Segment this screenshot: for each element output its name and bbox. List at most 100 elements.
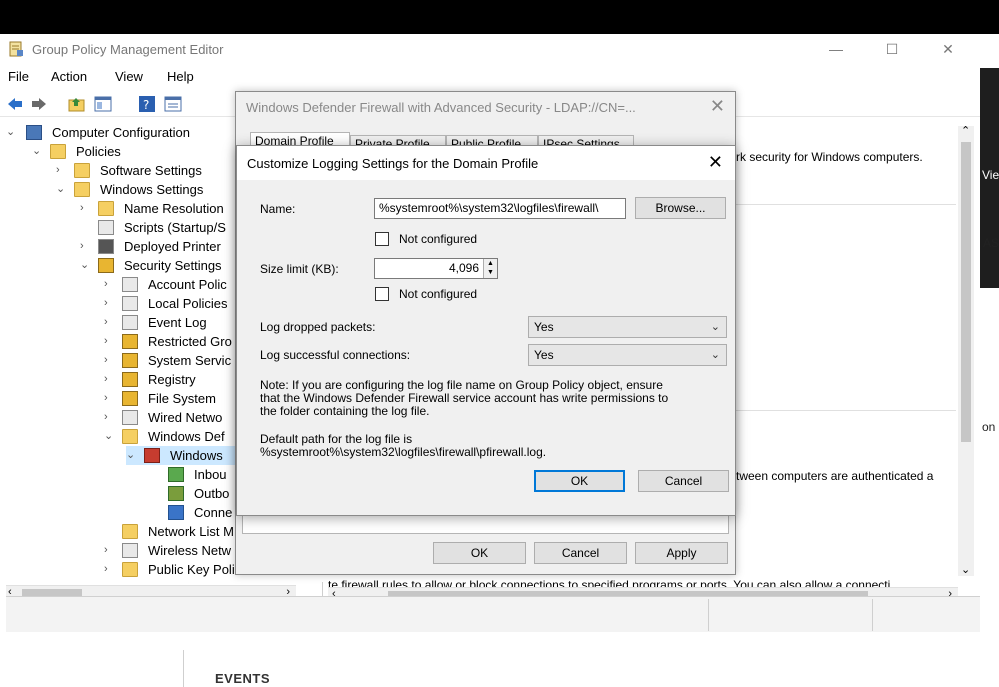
- name-not-configured-checkbox[interactable]: [375, 232, 389, 246]
- chevron-down-icon[interactable]: ⌄: [126, 446, 138, 465]
- customize-logging-dialog: Customize Logging Settings for the Domai…: [236, 145, 736, 516]
- help-icon[interactable]: ?: [138, 95, 156, 113]
- chevron-right-icon[interactable]: ›: [104, 408, 116, 427]
- chevron-right-icon[interactable]: ›: [104, 541, 116, 560]
- scroll-down-icon[interactable]: ⌄: [961, 563, 970, 576]
- chevron-down-icon[interactable]: ⌄: [80, 256, 92, 275]
- folder-icon: [74, 182, 90, 197]
- size-not-configured-checkbox[interactable]: [375, 287, 389, 301]
- back-arrow-icon[interactable]: [6, 95, 24, 113]
- computer-icon: [26, 125, 42, 140]
- chevron-right-icon[interactable]: ›: [104, 370, 116, 389]
- menu-file[interactable]: File: [8, 69, 29, 84]
- details-vertical-scrollbar[interactable]: ⌃ ⌄: [958, 124, 974, 576]
- apply-button[interactable]: Apply: [635, 542, 728, 564]
- log-dropped-label: Log dropped packets:: [260, 320, 376, 334]
- chevron-right-icon[interactable]: ›: [104, 275, 116, 294]
- chevron-right-icon[interactable]: ›: [104, 313, 116, 332]
- logging-dialog-title: Customize Logging Settings for the Domai…: [247, 156, 539, 171]
- security-folder-icon: [122, 334, 138, 349]
- chevron-right-icon[interactable]: ›: [80, 199, 92, 218]
- size-not-configured-label: Not configured: [399, 287, 478, 301]
- properties-view-icon[interactable]: [164, 95, 182, 113]
- spin-up-icon[interactable]: ▲: [487, 260, 494, 268]
- show-hide-tree-icon[interactable]: [94, 95, 112, 113]
- maximize-button[interactable]: ☐: [870, 38, 914, 60]
- size-limit-spinner[interactable]: ▲ ▼: [483, 259, 497, 278]
- menu-view[interactable]: View: [115, 69, 143, 84]
- name-not-configured-label: Not configured: [399, 232, 478, 246]
- logging-dialog-titlebar: Customize Logging Settings for the Domai…: [237, 146, 735, 180]
- folder-icon: [98, 201, 114, 216]
- status-separator: [872, 599, 873, 631]
- log-success-value: Yes: [534, 348, 554, 362]
- close-icon[interactable]: ✕: [710, 96, 725, 117]
- inbound-rules-icon: [168, 467, 184, 482]
- edge-text-as: AS: [983, 236, 999, 250]
- chevron-down-icon: ⌄: [710, 321, 720, 333]
- connection-security-icon: [168, 505, 184, 520]
- minimize-button[interactable]: —: [814, 38, 858, 60]
- divider: [736, 204, 956, 205]
- title-bar: Group Policy Management Editor — ☐ ✕: [0, 34, 980, 64]
- chevron-right-icon[interactable]: ›: [104, 351, 116, 370]
- chevron-down-icon[interactable]: ⌄: [6, 123, 18, 142]
- security-folder-icon: [122, 372, 138, 387]
- connection-security-text: tween computers are authenticated a: [736, 469, 934, 483]
- chevron-right-icon[interactable]: ›: [80, 237, 92, 256]
- policy-icon: [122, 296, 138, 311]
- menu-help[interactable]: Help: [167, 69, 194, 84]
- firewall-icon: [144, 448, 160, 463]
- menu-action[interactable]: Action: [51, 69, 87, 84]
- edge-text-view: Vie: [982, 168, 999, 182]
- status-bar: [6, 596, 980, 632]
- chevron-down-icon[interactable]: ⌄: [104, 427, 116, 446]
- printer-icon: [98, 239, 114, 254]
- folder-icon: [122, 524, 138, 539]
- chevron-right-icon[interactable]: ›: [104, 332, 116, 351]
- chevron-down-icon[interactable]: ⌄: [32, 142, 44, 161]
- chevron-right-icon[interactable]: ›: [104, 389, 116, 408]
- permissions-note: Note: If you are configuring the log fil…: [260, 378, 669, 418]
- svg-text:?: ?: [143, 98, 149, 112]
- default-path-note: Default path for the log file is %system…: [260, 432, 547, 459]
- chevron-down-icon[interactable]: ⌄: [56, 180, 68, 199]
- policy-editor-icon: [9, 41, 23, 57]
- events-heading: EVENTS: [215, 671, 271, 686]
- chevron-down-icon: ⌄: [710, 349, 720, 361]
- up-folder-icon[interactable]: [68, 95, 86, 113]
- divider: [736, 410, 956, 411]
- menu-bar: File Action View Help: [0, 66, 980, 88]
- security-folder-icon: [122, 391, 138, 406]
- close-button[interactable]: ✕: [926, 38, 970, 60]
- folder-icon: [122, 429, 138, 444]
- log-success-select[interactable]: Yes ⌄: [528, 344, 727, 366]
- chevron-right-icon[interactable]: ›: [56, 161, 68, 180]
- wireless-icon: [122, 543, 138, 558]
- scroll-up-icon[interactable]: ⌃: [961, 124, 970, 137]
- close-icon[interactable]: ✕: [708, 152, 723, 173]
- firewall-dialog-title: Windows Defender Firewall with Advanced …: [246, 100, 636, 115]
- folder-icon: [50, 144, 66, 159]
- chevron-right-icon[interactable]: ›: [104, 294, 116, 313]
- chevron-right-icon[interactable]: ›: [104, 560, 116, 579]
- cancel-button[interactable]: Cancel: [638, 470, 729, 492]
- spin-down-icon[interactable]: ▼: [487, 269, 494, 277]
- browse-button[interactable]: Browse...: [635, 197, 726, 219]
- security-icon: [98, 258, 114, 273]
- log-dropped-select[interactable]: Yes ⌄: [528, 316, 727, 338]
- log-file-name-field[interactable]: %systemroot%\system32\logfiles\firewall\: [374, 198, 626, 219]
- status-separator: [708, 599, 709, 631]
- ok-button[interactable]: OK: [433, 542, 526, 564]
- size-limit-field[interactable]: 4,096: [374, 258, 498, 279]
- right-edge-strip: [980, 34, 999, 634]
- scroll-thumb[interactable]: [961, 142, 971, 442]
- cancel-button[interactable]: Cancel: [534, 542, 627, 564]
- forward-arrow-icon[interactable]: [30, 95, 48, 113]
- folder-icon: [122, 562, 138, 577]
- ok-button[interactable]: OK: [534, 470, 625, 492]
- firewall-overview-text: rk security for Windows computers.: [736, 150, 923, 164]
- network-icon: [122, 410, 138, 425]
- size-limit-label: Size limit (KB):: [260, 262, 339, 276]
- log-success-label: Log successful connections:: [260, 348, 411, 362]
